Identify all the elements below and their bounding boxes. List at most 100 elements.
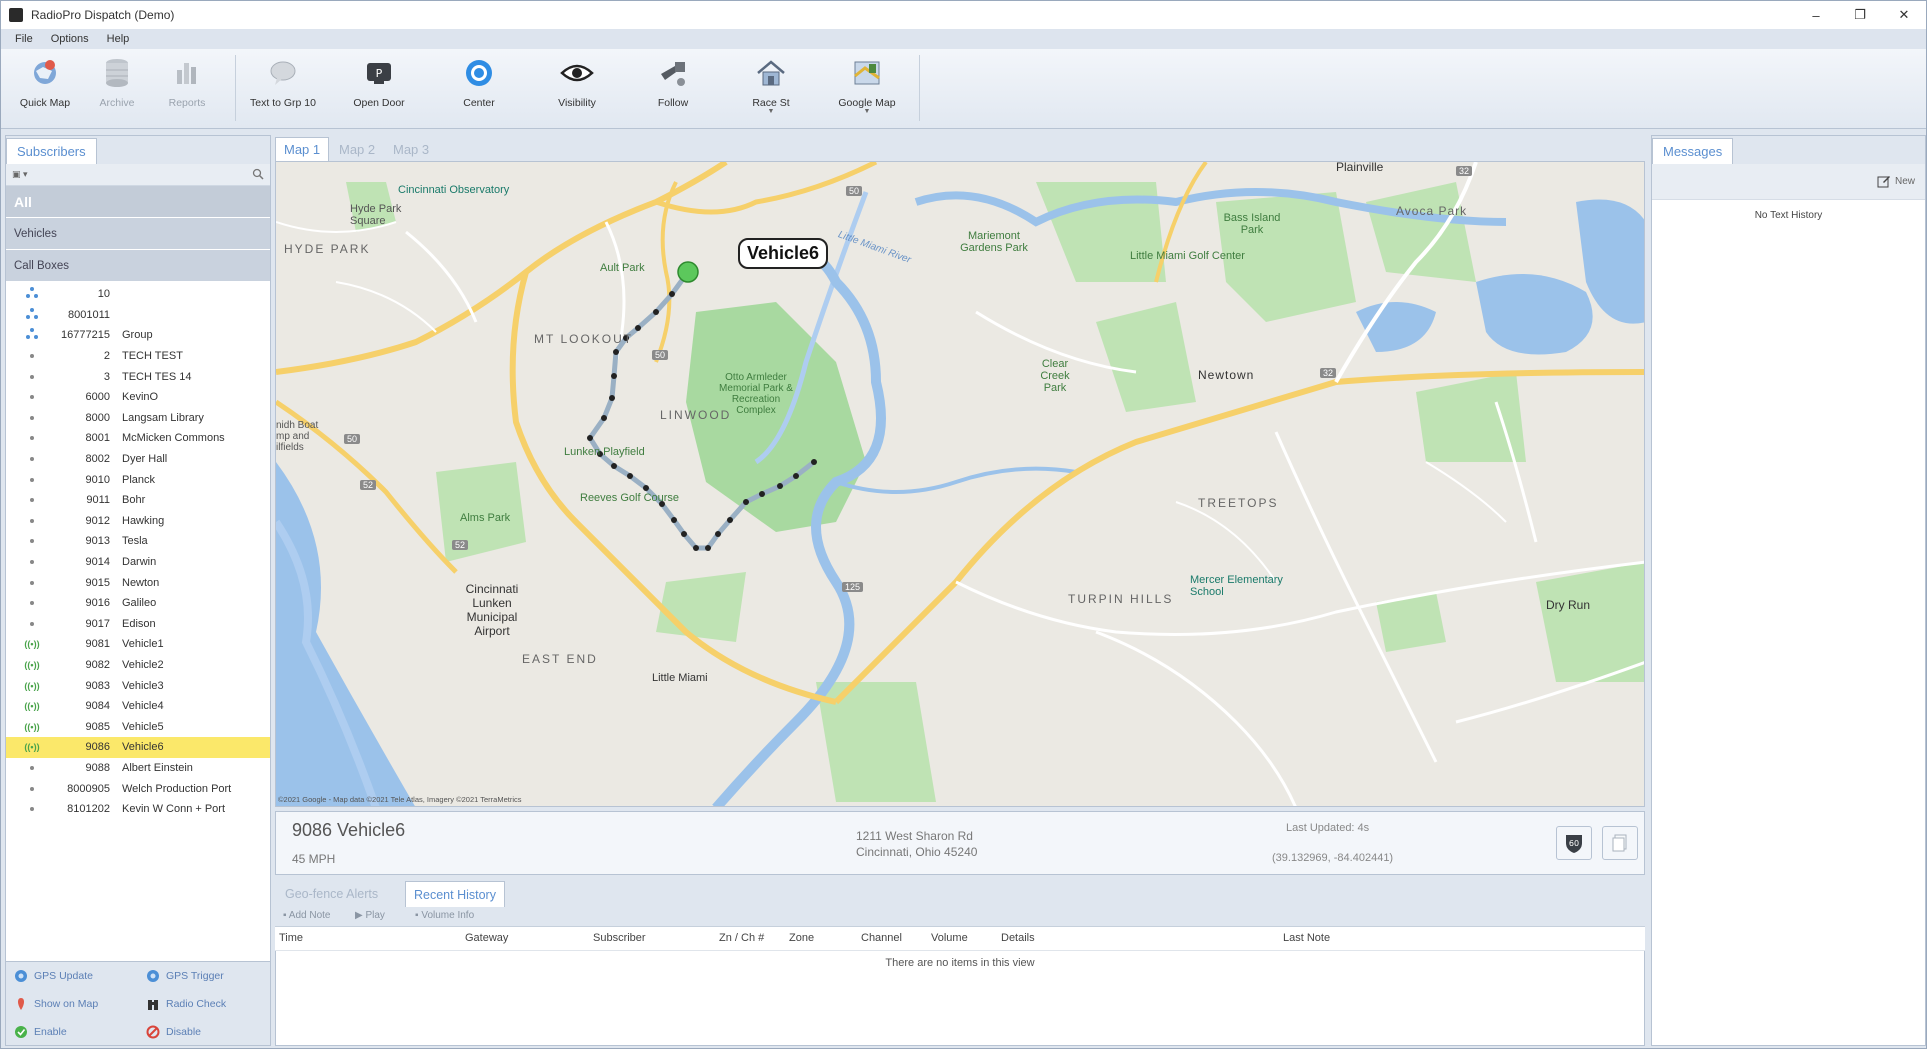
menu-help[interactable]: Help	[107, 33, 130, 45]
filter-dropdown-icon[interactable]: ▣ ▾	[12, 169, 28, 180]
subscriber-row[interactable]: 6000 KevinO	[6, 387, 270, 408]
disable-button[interactable]: Disable	[146, 1022, 201, 1042]
text-to-grp-button[interactable]: Text to Grp 10	[241, 55, 325, 121]
col-zone[interactable]: Zone	[789, 932, 814, 944]
group-call-boxes[interactable]: Call Boxes	[6, 250, 270, 282]
google-map-button[interactable]: Google Map ▼	[825, 55, 909, 121]
map-label-cincinnati-observatory: Cincinnati Observatory	[398, 184, 510, 196]
group-all[interactable]: All	[6, 186, 270, 218]
subscriber-name: Darwin	[122, 556, 157, 569]
subscriber-name: Vehicle5	[122, 720, 164, 733]
race-st-button[interactable]: Race St ▼	[729, 55, 813, 121]
volume-info-label: Volume Info	[421, 910, 475, 921]
subscriber-row[interactable]: 8101202 Kevin W Conn + Port	[6, 799, 270, 820]
subscriber-row[interactable]: 9016 Galileo	[6, 593, 270, 614]
subscriber-row[interactable]: 10	[6, 284, 270, 305]
subscriber-id: 9016	[85, 597, 110, 610]
tab-map-3[interactable]: Map 3	[385, 137, 437, 161]
tab-map-2[interactable]: Map 2	[331, 137, 383, 161]
vehicle-marker-label[interactable]: Vehicle6	[738, 238, 829, 269]
play-button[interactable]: ▶ Play	[355, 910, 385, 921]
subscriber-name: TECH TEST	[122, 350, 183, 363]
col-zn-ch[interactable]: Zn / Ch #	[719, 932, 764, 944]
subscriber-name: Planck	[122, 473, 156, 486]
subscriber-row[interactable]: 8001 McMicken Commons	[6, 428, 270, 449]
subscriber-row[interactable]: 9010 Planck	[6, 469, 270, 490]
follow-button[interactable]: Follow	[631, 55, 715, 121]
col-volume[interactable]: Volume	[931, 932, 968, 944]
copy-button[interactable]	[1602, 826, 1638, 860]
col-time[interactable]: Time	[279, 932, 303, 944]
search-icon[interactable]	[252, 168, 264, 180]
tab-recent-history[interactable]: Recent History	[405, 881, 505, 907]
subscriber-row[interactable]: ((•)) 9084 Vehicle4	[6, 696, 270, 717]
subscriber-row[interactable]: 8002 Dyer Hall	[6, 449, 270, 470]
subscriber-search[interactable]: ▣ ▾	[6, 164, 270, 186]
subscriber-row[interactable]: ((•)) 9085 Vehicle5	[6, 716, 270, 737]
no-text-history: No Text History	[1754, 210, 1823, 221]
chevron-down-icon: ▼	[863, 108, 871, 115]
new-message-button[interactable]: New	[1877, 174, 1915, 188]
tab-subscribers[interactable]: Subscribers	[6, 138, 97, 164]
volume-info-button[interactable]: ▪ Volume Info	[415, 910, 474, 921]
speed-limit-button[interactable]: 60	[1556, 826, 1592, 860]
tab-geo-fence-alerts[interactable]: Geo-fence Alerts	[277, 881, 386, 907]
reports-button[interactable]: Reports	[145, 55, 229, 121]
window-controls: – ❐ ✕	[1794, 1, 1926, 29]
open-door-button[interactable]: P Open Door	[337, 55, 421, 121]
subscriber-row[interactable]: 3 TECH TES 14	[6, 366, 270, 387]
subscriber-row[interactable]: ((•)) 9082 Vehicle2	[6, 655, 270, 676]
enable-button[interactable]: Enable	[14, 1022, 67, 1042]
route-point	[793, 473, 799, 479]
gps-update-button[interactable]: GPS Update	[14, 966, 93, 986]
radio-check-button[interactable]: Radio Check	[146, 994, 226, 1014]
gps-trigger-button[interactable]: GPS Trigger	[146, 966, 224, 986]
subscriber-row[interactable]: 16777215 Group	[6, 325, 270, 346]
subscriber-row[interactable]: 9011 Bohr	[6, 490, 270, 511]
col-channel[interactable]: Channel	[861, 932, 902, 944]
route-point	[613, 349, 619, 355]
subscriber-row[interactable]: ((•)) 9083 Vehicle3	[6, 675, 270, 696]
col-gateway[interactable]: Gateway	[465, 932, 508, 944]
subscriber-row[interactable]: 8000 Langsam Library	[6, 408, 270, 429]
add-note-button[interactable]: ▪ Add Note	[283, 910, 330, 921]
road-shield: 50	[652, 350, 669, 360]
subscriber-row[interactable]: 9013 Tesla	[6, 531, 270, 552]
subscriber-list: 10 8001011 16777215 Group 2 TECH TEST 3 TECH TE…	[6, 284, 270, 819]
close-button[interactable]: ✕	[1882, 1, 1926, 29]
col-subscriber[interactable]: Subscriber	[593, 932, 646, 944]
subscriber-row[interactable]: 2 TECH TEST	[6, 346, 270, 367]
group-vehicles[interactable]: Vehicles	[6, 218, 270, 250]
minimize-button[interactable]: –	[1794, 1, 1838, 29]
subscriber-row[interactable]: 8000905 Welch Production Port	[6, 778, 270, 799]
tab-messages[interactable]: Messages	[1652, 138, 1734, 164]
col-last-note[interactable]: Last Note	[1283, 932, 1330, 944]
center-target-icon	[466, 60, 492, 86]
tab-map-1[interactable]: Map 1	[275, 137, 330, 161]
show-on-map-button[interactable]: Show on Map	[14, 994, 98, 1014]
subscriber-row[interactable]: 9015 Newton	[6, 572, 270, 593]
route-point	[635, 325, 641, 331]
subscriber-row[interactable]: 9088 Albert Einstein	[6, 758, 270, 779]
subscriber-row[interactable]: ((•)) 9086 Vehicle6	[6, 737, 270, 758]
subscriber-row[interactable]: 9012 Hawking	[6, 511, 270, 532]
route-point	[611, 373, 617, 379]
maximize-button[interactable]: ❐	[1838, 1, 1882, 29]
road-shield: 32	[1320, 368, 1337, 378]
show-on-map-label: Show on Map	[34, 998, 99, 1010]
map-label-boat-ramp: nidh Boat mp and ilfields	[276, 420, 319, 453]
menu-bar: File Options Help	[1, 29, 1926, 49]
visibility-button[interactable]: Visibility	[535, 55, 619, 121]
map-view[interactable]: Plainville Cincinnati Observatory Hyde P…	[275, 161, 1645, 807]
subscriber-row[interactable]: 9014 Darwin	[6, 552, 270, 573]
col-details[interactable]: Details	[1001, 932, 1035, 944]
center-button[interactable]: Center	[437, 55, 521, 121]
subscriber-row[interactable]: 9017 Edison	[6, 614, 270, 635]
history-toolbar: ▪ Add Note ▶ Play ▪ Volume Info	[275, 907, 1645, 927]
subscriber-row[interactable]: 8001011	[6, 305, 270, 326]
menu-options[interactable]: Options	[51, 33, 89, 45]
vehicle-marker[interactable]	[677, 261, 699, 283]
subscriber-row[interactable]: ((•)) 9081 Vehicle1	[6, 634, 270, 655]
menu-file[interactable]: File	[15, 33, 33, 45]
gps-icon	[146, 969, 160, 983]
